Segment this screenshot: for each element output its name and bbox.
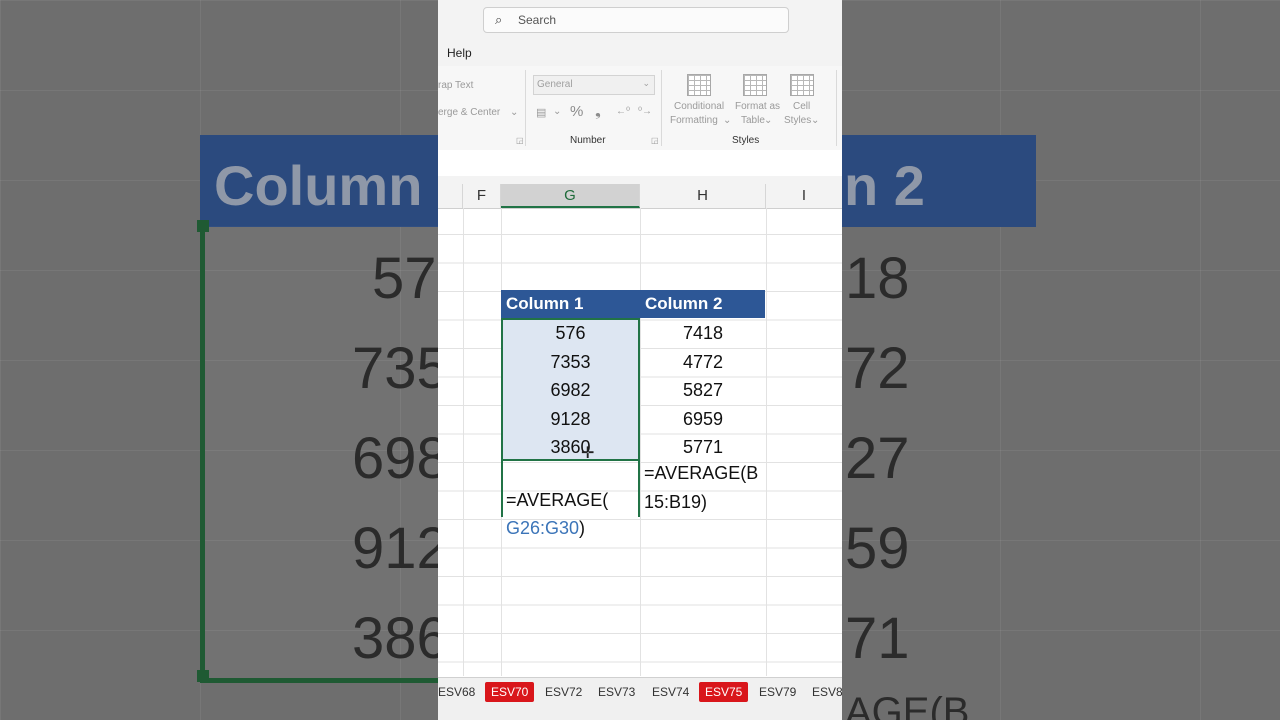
number-group-label: Number (570, 135, 606, 146)
decrease-decimal-icon[interactable]: ⁰→ (638, 106, 652, 117)
sheet-tab[interactable]: ESV75 (699, 682, 749, 702)
table-header-column-1[interactable]: Column 1 (501, 290, 640, 318)
formula-gap (438, 176, 842, 184)
background-value-2: 735 (352, 336, 449, 401)
accounting-icon[interactable]: ▤ (536, 106, 546, 119)
accounting-dropdown-icon[interactable]: ⌄ (553, 106, 561, 117)
background-right-value-1: 18 (845, 246, 910, 311)
conditional-formatting-label-2[interactable]: Formatting (670, 115, 718, 126)
table-cell-g[interactable]: 7353 (501, 348, 640, 376)
search-icon: ⌕ (495, 12, 503, 27)
title-bar: ⌕ Search (438, 0, 842, 42)
column-header-g[interactable]: G (501, 184, 640, 208)
comma-button[interactable]: ❟ (595, 103, 601, 120)
background-header-left: Column (200, 135, 440, 227)
background-value-5: 386 (352, 606, 449, 671)
formula-average-g-args[interactable]: G26:G30) (506, 518, 585, 539)
chevron-down-icon: ⌄ (642, 78, 650, 88)
background-header-right: n 2 (842, 135, 1036, 227)
background-header-left-text: Column (214, 154, 423, 217)
background-handle-bottom (197, 670, 209, 682)
column-header-f[interactable]: F (463, 184, 501, 208)
cell-styles-dropdown-icon[interactable]: ⌄ (811, 115, 819, 126)
percent-button[interactable]: % (570, 103, 583, 120)
formula-function: =AVERAGE( (506, 490, 609, 510)
column-header-i[interactable]: I (766, 184, 842, 208)
background-header-right-text: n 2 (844, 154, 925, 217)
formula-range-ref: G26:G30 (506, 518, 580, 538)
cross-cursor-icon: ✛ (581, 445, 595, 462)
search-placeholder: Search (518, 13, 557, 27)
ribbon-separator (525, 70, 526, 146)
table-cell-h[interactable]: 4772 (640, 348, 766, 376)
sheet-tab[interactable]: ESV80 (806, 682, 842, 702)
background-value-1: 57 (372, 246, 437, 311)
grid-line (766, 208, 767, 676)
number-launcher-icon[interactable]: ◲ (651, 136, 659, 145)
background-value-3: 698 (352, 426, 449, 491)
styles-group-label: Styles (732, 135, 760, 146)
number-format-dropdown[interactable]: General ⌄ (533, 75, 655, 95)
sheet-tab[interactable]: ESV74 (646, 682, 695, 702)
menu-bar: Help (438, 42, 842, 66)
table-header-column-2[interactable]: Column 2 (640, 290, 765, 318)
format-table-dropdown-icon[interactable]: ⌄ (764, 115, 772, 126)
format-as-table-label-2[interactable]: Table (741, 115, 765, 126)
background-value-4: 912 (352, 516, 449, 581)
ribbon-separator (661, 70, 662, 146)
conditional-formatting-icon (687, 74, 711, 96)
background-right-value-2: 72 (845, 336, 910, 401)
table-cell-g[interactable]: 9128 (501, 405, 640, 433)
formula-average-h-line1[interactable]: =AVERAGE(B (644, 463, 758, 484)
background-bottom-text: AGE(B (845, 690, 970, 720)
background-right-value-4: 59 (845, 516, 910, 581)
cell-styles-label-2[interactable]: Styles (784, 115, 811, 126)
excel-window: ⌕ Search Help rap Text erge & Center ⌄ ◲… (438, 0, 842, 720)
background-right-value-3: 27 (845, 426, 910, 491)
number-format-value: General (537, 79, 573, 90)
merge-dropdown-icon[interactable]: ⌄ (510, 107, 518, 118)
table-cell-h[interactable]: 6959 (640, 405, 766, 433)
wrap-text-button[interactable]: rap Text (438, 80, 473, 91)
format-as-table-icon (743, 74, 767, 96)
column-header-h[interactable]: H (640, 184, 766, 208)
table-cell-g[interactable]: 3860 (501, 433, 640, 461)
column-headers: F G H I (438, 184, 842, 209)
format-as-table-label-1[interactable]: Format as (735, 101, 780, 112)
table-cell-h[interactable]: 5827 (640, 376, 766, 404)
formula-bar[interactable] (438, 150, 842, 177)
table-cell-h[interactable]: 7418 (640, 319, 766, 347)
conditional-formatting-label-1[interactable]: Conditional (674, 101, 724, 112)
sheet-tabs-bar: ESV68 ESV70 ESV72 ESV73 ESV74 ESV75 ESV7… (438, 677, 842, 720)
sheet-tab[interactable]: ESV70 (485, 682, 535, 702)
menu-help[interactable]: Help (447, 46, 472, 60)
sheet-tab[interactable]: ESV72 (539, 682, 588, 702)
alignment-launcher-icon[interactable]: ◲ (516, 136, 524, 145)
table-cell-g[interactable]: 576 (501, 319, 640, 347)
sheet-grid[interactable]: Column 1 Column 2 576 7353 6982 9128 386… (438, 208, 842, 676)
table-cell-g[interactable]: 6982 (501, 376, 640, 404)
cell-styles-icon (790, 74, 814, 96)
background-handle-top (197, 220, 209, 232)
sheet-tab[interactable]: ESV79 (753, 682, 802, 702)
formula-average-h-line2[interactable]: 15:B19) (644, 492, 707, 513)
search-box[interactable]: ⌕ Search (483, 7, 789, 33)
ribbon-separator (836, 70, 837, 146)
row-header-corner (438, 184, 463, 208)
cell-styles-label-1[interactable]: Cell (793, 101, 810, 112)
ribbon: rap Text erge & Center ⌄ ◲ General ⌄ ▤ ⌄… (438, 66, 842, 151)
sheet-tab[interactable]: ESV73 (592, 682, 641, 702)
merge-center-button[interactable]: erge & Center (438, 107, 500, 118)
sheet-tab[interactable]: ESV68 (438, 682, 481, 702)
grid-line (463, 208, 464, 676)
background-right-value-5: 71 (845, 606, 910, 671)
increase-decimal-icon[interactable]: ←⁰ (616, 106, 630, 117)
formula-close-paren: ) (579, 518, 586, 538)
table-cell-h[interactable]: 5771 (640, 433, 766, 461)
conditional-dropdown-icon[interactable]: ⌄ (723, 115, 731, 126)
formula-average-g[interactable]: =AVERAGE( (506, 490, 608, 511)
